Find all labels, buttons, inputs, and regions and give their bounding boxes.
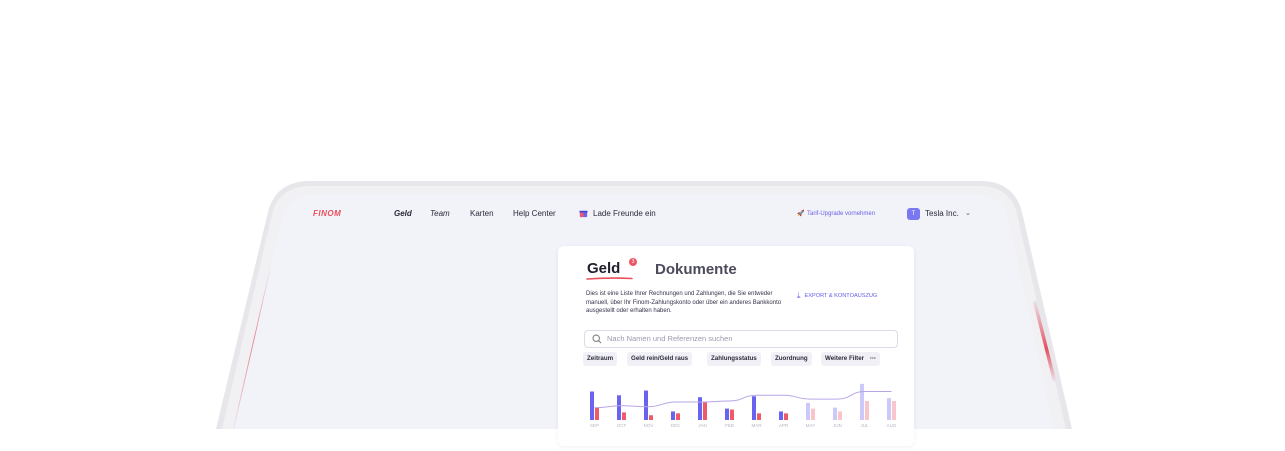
filter-weitere-filter-label: Weitere Filter — [825, 355, 865, 362]
nav-item-help-center[interactable]: Help Center — [513, 209, 556, 218]
bar-in-apr[interactable] — [779, 411, 783, 420]
bar-in-oct[interactable] — [617, 395, 621, 420]
finom-app: FINOM Geld Team Karten Help Center Lade … — [0, 0, 1285, 446]
bar-out-feb[interactable] — [730, 409, 734, 420]
tab-dokumente[interactable]: Dokumente — [655, 261, 737, 278]
bar-in-jan[interactable] — [698, 397, 702, 420]
nav-item-geld[interactable]: Geld — [394, 209, 412, 218]
tab-geld[interactable]: Geld — [587, 260, 620, 277]
bar-in-jun[interactable] — [833, 407, 837, 420]
bar-in-dec[interactable] — [671, 411, 675, 420]
filter-zuordnung[interactable]: Zuordnung — [771, 352, 812, 366]
x-tick-apr: APR — [779, 423, 789, 428]
export-label: EXPORT & KONTOAUSZUG — [804, 293, 878, 299]
cashflow-chart: SEP OCT NOV DEC JAN FEB MAR APR MAY JUN JUL AUG — [586, 374, 916, 446]
x-tick-sep: SEP — [590, 423, 599, 428]
bar-out-sep[interactable] — [595, 407, 599, 420]
nav-item-karten[interactable]: Karten — [470, 209, 494, 218]
bar-in-feb[interactable] — [725, 408, 729, 420]
bar-out-nov[interactable] — [649, 415, 653, 420]
x-tick-jun: JUN — [833, 423, 842, 428]
notification-badge: 3 — [629, 258, 637, 266]
bar-out-aug[interactable] — [892, 401, 896, 420]
gift-icon — [579, 210, 588, 218]
finom-logo[interactable]: FINOM — [313, 209, 341, 218]
upgrade-link[interactable]: 🚀 Tarif-Upgrade vornehmen — [797, 210, 875, 217]
org-name[interactable]: Tesla Inc. — [925, 209, 959, 218]
x-tick-aug: AUG — [887, 423, 897, 428]
search-input[interactable]: Nach Namen und Referenzen suchen — [607, 334, 733, 343]
x-tick-may: MAY — [806, 423, 815, 428]
page-description: Dies ist eine Liste Ihrer Rechnungen und… — [586, 291, 782, 314]
filter-geld-rein-raus[interactable]: Geld rein/Geld raus — [627, 352, 693, 366]
bar-out-jun[interactable] — [838, 411, 842, 420]
bar-out-apr[interactable] — [784, 413, 788, 420]
org-avatar[interactable]: T — [907, 208, 920, 220]
x-tick-feb: FEB — [725, 423, 734, 428]
bar-out-mar[interactable] — [757, 413, 761, 420]
bar-in-nov[interactable] — [644, 390, 648, 420]
bar-out-oct[interactable] — [622, 412, 626, 420]
export-button[interactable]: ⤓ EXPORT & KONTOAUSZUG — [797, 291, 877, 301]
x-tick-jul: JUL — [860, 423, 868, 428]
chevron-down-icon[interactable]: ⌄ — [965, 209, 971, 217]
tablet-frame: FINOM Geld Team Karten Help Center Lade … — [0, 0, 1285, 446]
x-tick-dec: DEC — [671, 423, 681, 428]
bar-out-dec[interactable] — [676, 413, 680, 420]
balance-line — [594, 391, 892, 409]
search-field[interactable]: Nach Namen und Referenzen suchen — [584, 330, 898, 348]
bar-out-may[interactable] — [811, 408, 815, 420]
bar-in-mar[interactable] — [752, 396, 756, 420]
filter-zahlungsstatus[interactable]: Zahlungsstatus — [707, 352, 761, 366]
rocket-icon: 🚀 — [797, 211, 805, 217]
bar-out-jul[interactable] — [865, 401, 869, 420]
tab-active-underline — [586, 277, 633, 280]
x-tick-nov: NOV — [644, 423, 654, 428]
bar-in-may[interactable] — [806, 402, 810, 420]
money-panel: Geld 3 Dokumente Dies ist eine Liste Ihr… — [558, 246, 914, 446]
upgrade-label: Tarif-Upgrade vornehmen — [807, 211, 876, 217]
download-icon: ⤓ — [797, 291, 801, 300]
bar-in-jul[interactable] — [860, 383, 864, 420]
filter-weitere-filter[interactable]: Weitere Filter ⋯ — [821, 352, 881, 366]
x-tick-oct: OCT — [617, 423, 627, 428]
bar-in-sep[interactable] — [590, 391, 594, 421]
bar-in-aug[interactable] — [887, 398, 891, 420]
nav-item-team[interactable]: Team — [430, 209, 450, 218]
chart-svg: SEP OCT NOV DEC JAN FEB MAR APR MAY JUN JUL AUG — [590, 383, 897, 428]
more-icon: ⋯ — [869, 355, 877, 362]
x-tick-jan: JAN — [698, 423, 707, 428]
search-icon — [592, 334, 602, 344]
invite-friends-link[interactable]: Lade Freunde ein — [593, 209, 656, 218]
bar-out-jan[interactable] — [703, 401, 707, 420]
filter-zeitraum[interactable]: Zeitraum — [583, 352, 618, 366]
x-tick-mar: MAR — [752, 423, 763, 428]
